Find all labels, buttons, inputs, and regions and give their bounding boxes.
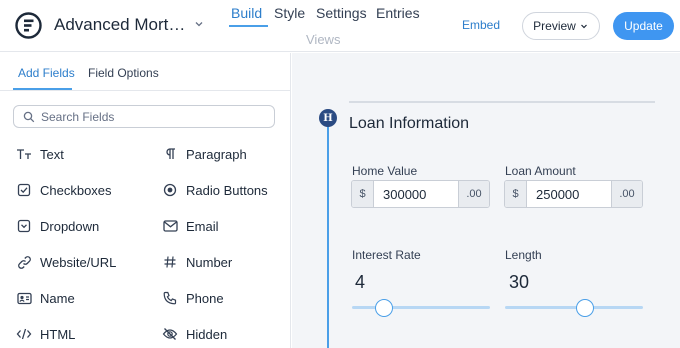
field-website-url-label: Website/URL [40,254,117,270]
search-fields-box[interactable] [13,105,275,128]
name-card-icon [16,290,32,306]
code-icon [16,326,32,342]
tab-build[interactable]: Build [231,5,262,21]
tab-style[interactable]: Style [274,5,305,21]
interest-rate-label: Interest Rate [352,248,421,262]
tab-views[interactable]: Views [306,32,340,47]
field-text-label: Text [40,146,64,162]
home-value-field[interactable]: $ 300000 .00 [351,180,490,208]
field-phone-label: Phone [186,290,224,306]
field-radio-buttons-label: Radio Buttons [186,182,268,198]
field-html-label: HTML [40,326,76,342]
hash-icon [162,254,178,270]
decimal-suffix: .00 [611,181,642,207]
length-label: Length [505,248,542,262]
interest-rate-value: 4 [355,272,366,292]
sidebar-tab-divider [0,90,290,91]
email-icon [162,218,178,234]
field-website-url[interactable]: Website/URL [16,252,116,272]
tab-add-fields-underline [13,88,72,90]
section-divider [349,101,655,103]
length-slider-thumb[interactable] [576,299,595,317]
paragraph-icon [162,146,178,162]
interest-rate-slider-thumb[interactable] [374,299,393,317]
field-dropdown-label: Dropdown [40,218,100,234]
tab-entries[interactable]: Entries [376,5,420,21]
field-hidden[interactable]: Hidden [162,324,227,344]
search-icon [23,111,35,122]
decimal-suffix: .00 [458,181,489,207]
field-email[interactable]: Email [162,216,219,236]
tab-build-underline [229,25,268,27]
embed-button[interactable]: Embed [462,18,500,32]
field-checkboxes[interactable]: Checkboxes [16,180,112,200]
loan-amount-field[interactable]: $ 250000 .00 [504,180,643,208]
field-number-label: Number [186,254,233,270]
loan-amount-input[interactable]: 250000 [527,181,611,207]
home-value-label: Home Value [352,164,418,178]
field-phone[interactable]: Phone [162,288,224,308]
form-builder-canvas: H Loan Information Home Value $ 300000 .… [292,53,680,348]
length-slider-track[interactable] [505,306,643,309]
currency-prefix: $ [352,181,374,207]
field-hidden-label: Hidden [186,326,228,342]
chevron-down-icon[interactable] [193,18,205,30]
currency-prefix: $ [505,181,527,207]
interest-rate-slider-track[interactable] [352,306,490,309]
fields-sidebar: Add Fields Field Options Text Checkboxes… [0,53,291,348]
field-email-label: Email [186,218,219,234]
section-heading[interactable]: Loan Information [349,115,469,133]
chevron-down-icon [580,24,587,29]
eye-off-icon [162,326,178,342]
field-html[interactable]: HTML [16,324,75,344]
formidable-logo-icon[interactable] [15,12,42,39]
preview-button-label: Preview [533,19,576,33]
length-value: 30 [509,272,530,292]
field-paragraph[interactable]: Paragraph [162,144,247,164]
field-paragraph-label: Paragraph [186,146,247,162]
phone-icon [162,290,178,306]
field-name[interactable]: Name [16,288,75,308]
tab-add-fields[interactable]: Add Fields [18,66,75,80]
update-button[interactable]: Update [613,12,674,40]
field-radio-buttons[interactable]: Radio Buttons [162,180,268,200]
dropdown-icon [16,218,32,234]
section-heading-marker: H [319,109,337,127]
form-title[interactable]: Advanced Mort… [54,15,185,35]
field-name-label: Name [40,290,75,306]
tab-settings[interactable]: Settings [316,5,367,21]
field-dropdown[interactable]: Dropdown [16,216,99,236]
home-value-input[interactable]: 300000 [374,181,458,207]
tab-field-options[interactable]: Field Options [88,66,159,80]
radio-icon [162,182,178,198]
link-icon [16,254,32,270]
checkbox-icon [16,182,32,198]
field-text[interactable]: Text [16,144,64,164]
field-number[interactable]: Number [162,252,232,272]
top-bar: Advanced Mort… Build Style Settings Entr… [0,0,680,52]
search-fields-input[interactable] [41,109,261,124]
field-checkboxes-label: Checkboxes [40,182,112,198]
preview-button[interactable]: Preview [522,12,600,40]
section-guide-line [327,125,329,348]
text-icon [16,146,32,162]
loan-amount-label: Loan Amount [505,164,576,178]
